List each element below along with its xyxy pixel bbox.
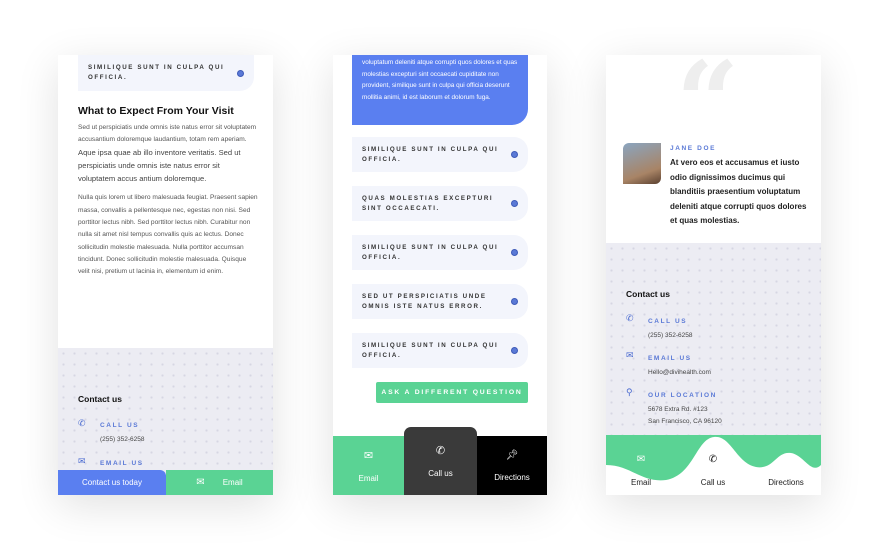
phone-icon: ✆	[708, 453, 718, 465]
tab-label: Directions	[494, 472, 530, 482]
phone-number[interactable]: (255) 352-6258	[100, 436, 144, 443]
envelope-icon: ✉	[78, 456, 86, 466]
ask-question-button[interactable]: ASK A DIFFERENT QUESTION	[376, 382, 528, 403]
mobile-preview-testimonial: “ JANE DOE At vero eos et accusamus et i…	[606, 55, 821, 495]
faq-question: SED UT PERSPICIATIS UNDE OMNIS ISTE NATU…	[362, 292, 487, 310]
plus-icon	[511, 151, 518, 158]
pin-icon: 📌︎	[505, 449, 519, 461]
button-label: Contact us today	[81, 478, 143, 487]
faq-item[interactable]: SIMILIQUE SUNT IN CULPA QUI OFFICIA.	[352, 137, 528, 172]
pin-icon: 📌︎	[780, 453, 792, 464]
plus-icon	[511, 200, 518, 207]
author-name: JANE DOE	[670, 145, 717, 152]
faq-item[interactable]: SIMILIQUE SUNT IN CULPA QUI OFFICIA.	[352, 333, 528, 368]
tab-email[interactable]: ✉ Email	[333, 436, 404, 495]
faq-question: SIMILIQUE SUNT IN CULPA QUI OFFICIA.	[362, 341, 499, 359]
email-label: EMAIL US	[648, 355, 692, 362]
address-line: 5678 Extra Rd. #123	[648, 406, 708, 413]
email-address[interactable]: Hello@divihealth.com	[648, 369, 711, 376]
tab-call-us[interactable]: ✆ Call us	[678, 445, 748, 495]
address-line: San Francisco, CA 96120	[648, 418, 722, 425]
email-button[interactable]: ✉ Email	[166, 470, 273, 495]
contact-us-today-button[interactable]: Contact us today	[58, 470, 166, 495]
envelope-icon: ✉	[636, 453, 646, 465]
phone-icon: ✆	[626, 313, 634, 323]
envelope-icon: ✉	[196, 477, 205, 488]
avatar	[623, 143, 661, 184]
location-label: OUR LOCATION	[648, 392, 717, 399]
tab-directions[interactable]: 📌︎ Directions	[477, 436, 547, 495]
text-small: Sed ut perspiciatis unde omnis iste natu…	[78, 124, 257, 144]
button-label: ASK A DIFFERENT QUESTION	[381, 389, 523, 396]
envelope-icon: ✉	[626, 350, 634, 360]
tab-label: Call us	[428, 469, 453, 478]
tab-directions[interactable]: 📌︎ Directions	[751, 445, 821, 495]
answer-text: voluptatum deleniti atque corrupti quos …	[362, 59, 518, 101]
envelope-icon: ✉	[363, 449, 374, 462]
plus-icon	[237, 69, 244, 77]
button-label: Email	[222, 478, 243, 487]
quote-icon: “	[676, 55, 740, 166]
phone-icon: ✆	[435, 445, 446, 457]
contact-title: Contact us	[78, 394, 122, 404]
tab-email[interactable]: ✉ Email	[606, 445, 676, 495]
location-pin-icon: ⚲	[626, 387, 633, 397]
plus-icon	[511, 298, 518, 305]
plus-icon	[511, 347, 518, 354]
tab-label: Call us	[700, 477, 726, 487]
tab-call-us[interactable]: ✆ Call us	[404, 427, 477, 495]
tab-label: Email	[358, 473, 379, 483]
phone-icon: ✆	[78, 418, 86, 428]
phone-number[interactable]: (255) 352-6258	[648, 332, 692, 339]
tab-label: Email	[630, 477, 651, 487]
tab-label: Directions	[768, 477, 804, 487]
faq-item[interactable]: SIMILIQUE SUNT IN CULPA QUI OFFICIA.	[352, 235, 528, 270]
mobile-preview-visit: SIMILIQUE SUNT IN CULPA QUI OFFICIA. Wha…	[58, 55, 273, 495]
faq-question: QUAS MOLESTIAS EXCEPTURI SINT OCCAECATI.	[362, 194, 494, 212]
text-large: Aque ipsa quae ab illo inventore veritat…	[78, 147, 241, 184]
faq-question: SIMILIQUE SUNT IN CULPA QUI OFFICIA.	[88, 64, 225, 81]
mobile-preview-faq: voluptatum deleniti atque corrupti quos …	[333, 55, 547, 495]
faq-item[interactable]: QUAS MOLESTIAS EXCEPTURI SINT OCCAECATI.	[352, 186, 528, 221]
body-text: Sed ut perspiciatis unde omnis iste natu…	[78, 122, 258, 186]
page-title: What to Expect From Your Visit	[78, 105, 234, 117]
call-label: CALL US	[648, 318, 688, 325]
testimonial-text: At vero eos et accusamus et iusto odio d…	[670, 158, 807, 226]
faq-item[interactable]: SIMILIQUE SUNT IN CULPA QUI OFFICIA.	[78, 55, 254, 91]
call-label: CALL US	[100, 422, 140, 429]
faq-answer: voluptatum deleniti atque corrupti quos …	[352, 55, 528, 125]
faq-question: SIMILIQUE SUNT IN CULPA QUI OFFICIA.	[362, 145, 499, 163]
plus-icon	[511, 249, 518, 256]
contact-title: Contact us	[626, 289, 670, 299]
email-label: EMAIL US	[100, 460, 144, 467]
faq-item[interactable]: SED UT PERSPICIATIS UNDE OMNIS ISTE NATU…	[352, 284, 528, 319]
faq-question: SIMILIQUE SUNT IN CULPA QUI OFFICIA.	[362, 243, 499, 261]
body-text: Nulla quis lorem ut libero malesuada feu…	[78, 194, 258, 276]
